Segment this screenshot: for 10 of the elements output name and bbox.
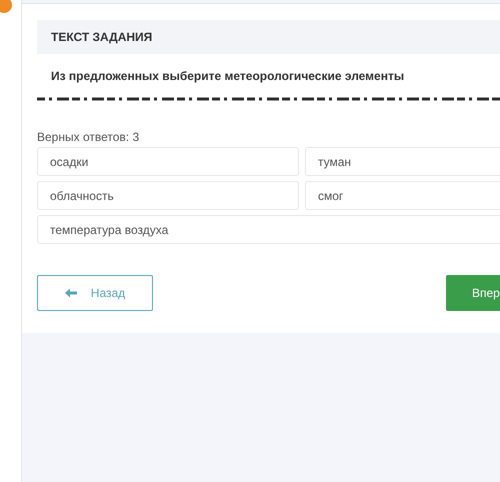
task-header: ТЕКСТ ЗАДАНИЯ: [37, 20, 500, 54]
answer-option[interactable]: осадки: [37, 147, 299, 176]
answer-option[interactable]: облачность: [37, 181, 299, 210]
answer-option[interactable]: туман: [305, 147, 500, 176]
question-text: Из предложенных выберите метеорологические элементы: [50, 68, 406, 85]
correct-answers-count: Верных ответов: 3: [37, 129, 140, 146]
arrow-left-icon: [64, 288, 77, 298]
logo-icon[interactable]: [0, 0, 12, 16]
answer-option[interactable]: температура воздуха: [37, 215, 500, 244]
answer-option[interactable]: смог: [305, 181, 500, 210]
